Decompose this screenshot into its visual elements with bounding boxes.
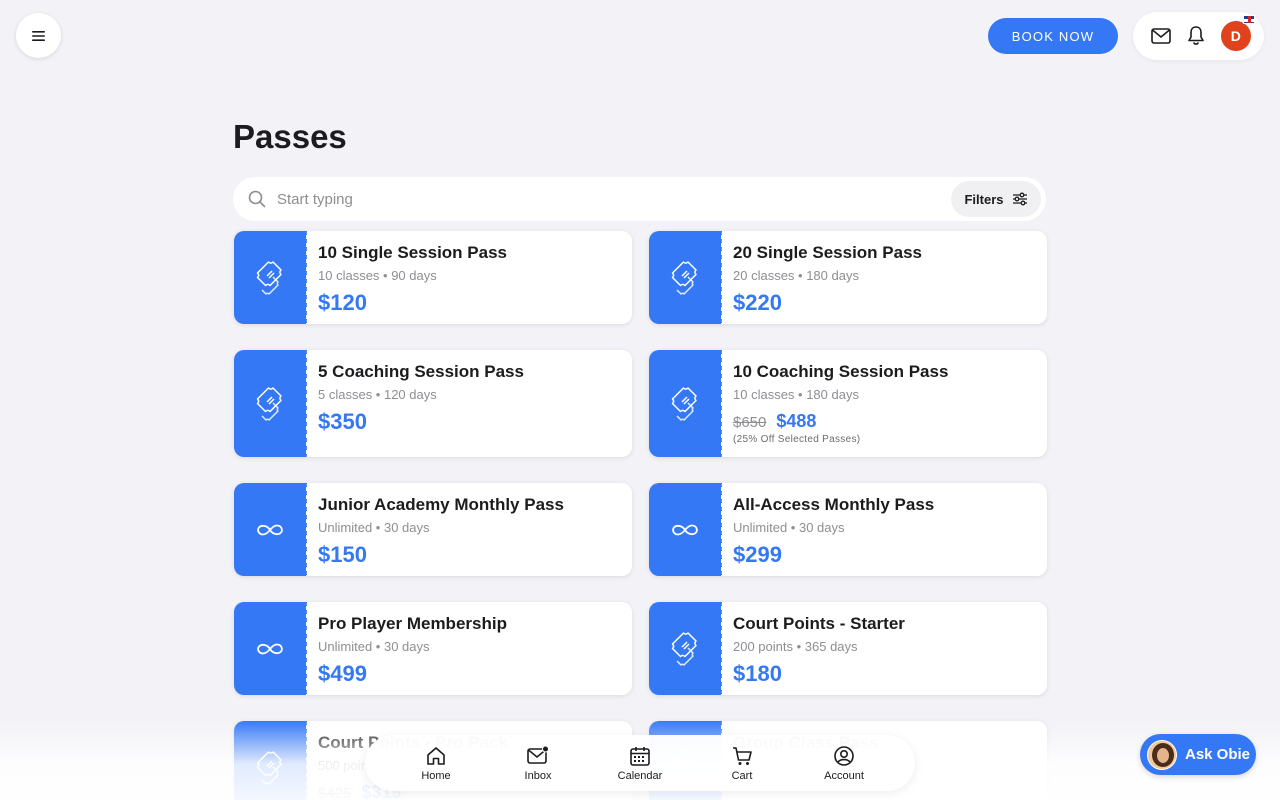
pass-card-stub: [649, 602, 722, 695]
pass-price: $180: [733, 661, 782, 686]
pass-name: 5 Coaching Session Pass: [318, 362, 524, 381]
pass-card-body: Court Points - Starter 200 points • 365 d…: [721, 602, 917, 695]
pass-card-stub: [234, 231, 307, 324]
pass-card[interactable]: All-Access Monthly Pass Unlimited • 30 da…: [649, 483, 1047, 576]
pass-name: All-Access Monthly Pass: [733, 495, 935, 514]
sliders-icon: [1012, 192, 1027, 206]
search-bar[interactable]: Start typing Filters: [233, 177, 1046, 221]
pass-price: $120: [318, 290, 367, 315]
nav-cart[interactable]: Cart: [702, 745, 782, 782]
header-actions: D: [1133, 12, 1264, 60]
pass-meta: 10 classes • 180 days: [733, 387, 859, 402]
infinity-icon: [255, 641, 285, 657]
pass-card[interactable]: Pro Player Membership Unlimited • 30 days…: [234, 602, 632, 695]
pass-card-body: Junior Academy Monthly Pass Unlimited • 3…: [306, 483, 576, 576]
pass-meta: Unlimited • 30 days: [318, 639, 430, 654]
filters-button[interactable]: Filters: [951, 181, 1041, 217]
pass-price: $499: [318, 661, 367, 686]
menu-button[interactable]: [16, 13, 61, 58]
pass-card[interactable]: 10 Single Session Pass 10 classes • 90 da…: [234, 231, 632, 324]
pass-card-stub: [234, 350, 307, 457]
calendar-icon: [630, 746, 650, 766]
page-title: Passes: [233, 118, 347, 155]
nav-inbox[interactable]: Inbox: [498, 745, 578, 782]
ask-obie-label: Ask Obie: [1185, 746, 1251, 763]
account-icon: [834, 745, 854, 766]
ask-obie-button[interactable]: Ask Obie: [1140, 734, 1256, 775]
pass-meta: Unlimited • 30 days: [733, 520, 845, 535]
pass-card-body: 5 Coaching Session Pass 5 classes • 120 d…: [306, 350, 536, 457]
cart-icon: [733, 746, 752, 765]
pass-meta: 20 classes • 180 days: [733, 268, 859, 283]
pass-card[interactable]: Junior Academy Monthly Pass Unlimited • 3…: [234, 483, 632, 576]
pass-card-body: 20 Single Session Pass 20 classes • 180 d…: [721, 231, 934, 324]
pass-discount-note: (25% Off Selected Passes): [733, 434, 861, 445]
pass-card-body: 10 Single Session Pass 10 classes • 90 da…: [306, 231, 519, 324]
bottom-nav: Home Inbox Calendar Cart Account: [365, 735, 915, 791]
pass-name: 10 Single Session Pass: [318, 243, 507, 262]
nav-cart-label: Cart: [731, 769, 753, 782]
inbox-icon: [527, 745, 549, 764]
pass-card[interactable]: 20 Single Session Pass 20 classes • 180 d…: [649, 231, 1047, 324]
book-now-button[interactable]: BOOK NOW: [988, 18, 1118, 54]
pass-name: Junior Academy Monthly Pass: [318, 495, 564, 514]
nav-home-label: Home: [421, 769, 451, 782]
avatar-initial: D: [1230, 28, 1241, 44]
pass-card-body: All-Access Monthly Pass Unlimited • 30 da…: [721, 483, 946, 576]
nav-calendar[interactable]: Calendar: [600, 745, 680, 782]
ticket-icon: [670, 386, 700, 422]
home-icon: [427, 746, 445, 765]
pass-price: $299: [733, 542, 782, 567]
filters-label: Filters: [964, 191, 1004, 207]
pass-card-stub: [649, 231, 722, 324]
pass-card[interactable]: 10 Coaching Session Pass 10 classes • 180…: [649, 350, 1047, 457]
pass-meta: 5 classes • 120 days: [318, 387, 437, 402]
pass-price: $350: [318, 409, 367, 434]
nav-home[interactable]: Home: [396, 745, 476, 782]
search-input[interactable]: Start typing: [277, 191, 951, 208]
pass-price: $150: [318, 542, 367, 567]
pass-card-body: 10 Coaching Session Pass 10 classes • 180…: [721, 350, 960, 457]
ticket-icon: [255, 386, 285, 422]
ticket-icon: [670, 260, 700, 296]
pass-meta: 200 points • 365 days: [733, 639, 858, 654]
hamburger-menu-icon: [31, 30, 45, 41]
mail-icon[interactable]: [1150, 27, 1172, 45]
pass-name: Pro Player Membership: [318, 614, 507, 633]
nav-inbox-label: Inbox: [524, 769, 552, 782]
uk-flag-icon: [1242, 15, 1255, 24]
pass-price: $488: [776, 411, 817, 431]
pass-card[interactable]: Court Points - Starter 200 points • 365 d…: [649, 602, 1047, 695]
pass-name: Court Points - Starter: [733, 614, 905, 633]
pass-card-stub: [649, 483, 722, 576]
ticket-icon: [255, 260, 285, 296]
infinity-icon: [670, 522, 700, 538]
pass-card[interactable]: 5 Coaching Session Pass 5 classes • 120 d…: [234, 350, 632, 457]
avatar[interactable]: D: [1220, 15, 1255, 51]
pass-card-body: Pro Player Membership Unlimited • 30 days…: [306, 602, 519, 695]
pass-old-price: $650: [733, 414, 767, 431]
nav-calendar-label: Calendar: [617, 769, 663, 782]
pass-meta: 10 classes • 90 days: [318, 268, 437, 283]
pass-card-stub: [649, 350, 722, 457]
obie-avatar: [1147, 739, 1177, 770]
bell-icon[interactable]: [1186, 25, 1206, 47]
nav-account-label: Account: [824, 769, 864, 782]
nav-account[interactable]: Account: [804, 745, 884, 782]
pass-price-row: $650 $488: [733, 411, 948, 432]
ticket-icon: [670, 631, 700, 667]
pass-card-stub: [234, 483, 307, 576]
pass-name: 10 Coaching Session Pass: [733, 362, 949, 381]
pass-meta: Unlimited • 30 days: [318, 520, 430, 535]
search-icon: [248, 190, 266, 208]
pass-name: 20 Single Session Pass: [733, 243, 922, 262]
infinity-icon: [255, 522, 285, 538]
pass-card-stub: [234, 602, 307, 695]
pass-price: $220: [733, 290, 782, 315]
